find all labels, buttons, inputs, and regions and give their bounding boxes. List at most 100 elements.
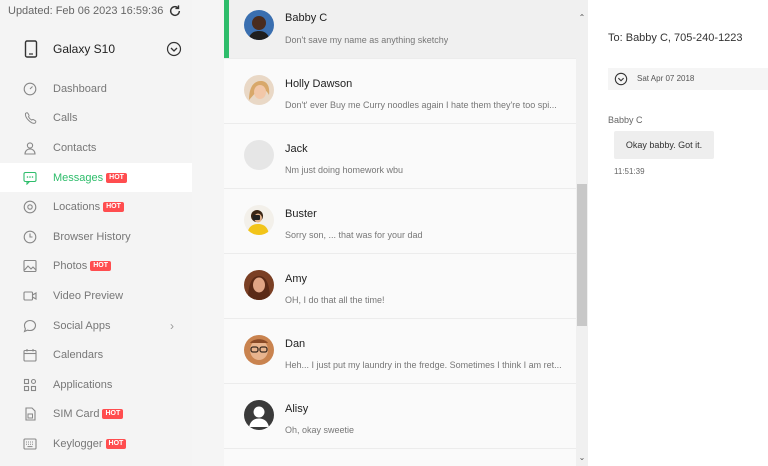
sidebar-item-dashboard[interactable]: Dashboard xyxy=(0,74,192,104)
conversation-item[interactable]: Holly Dawson Don't' ever Buy me Curry noo… xyxy=(224,60,576,124)
message-time: 11:51:39 xyxy=(614,167,645,176)
sidebar-item-photos[interactable]: Photos HOT xyxy=(0,252,192,282)
scroll-up-arrow[interactable]: ⌃ xyxy=(578,14,586,22)
message-preview: Oh, okay sweetie xyxy=(285,425,355,435)
sidebar-item-label: Video Preview xyxy=(53,290,123,302)
device-selector[interactable]: Galaxy S10 xyxy=(0,32,192,66)
contact-name: Dan xyxy=(285,338,306,350)
sidebar-item-text: Dashboard xyxy=(53,82,107,95)
sidebar-item-calendars[interactable]: Calendars xyxy=(0,340,192,370)
sidebar-item-browser-history[interactable]: Browser History xyxy=(0,222,192,252)
sidebar-item-label: SIM Card HOT xyxy=(53,408,124,421)
contact-name: Amy xyxy=(285,273,307,285)
chat-bubble-icon xyxy=(23,319,37,333)
updated-status: Updated: Feb 06 2023 16:59:36 xyxy=(8,4,182,18)
chevron-down-icon[interactable] xyxy=(614,72,628,86)
scrollbar-thumb[interactable] xyxy=(577,184,587,326)
photo-icon xyxy=(23,259,37,273)
message-preview: Don't' ever Buy me Curry noodles again I… xyxy=(285,100,557,110)
conversation-item[interactable]: Alisy Oh, okay sweetie xyxy=(224,385,576,449)
sidebar-item-keylogger[interactable]: Keylogger HOT xyxy=(0,429,192,459)
hot-badge: HOT xyxy=(103,202,124,213)
sidebar-item-text: Messages xyxy=(53,171,104,184)
phone-icon xyxy=(23,111,37,125)
sidebar-item-text: Browser History xyxy=(53,230,131,243)
conversation-item[interactable]: Babby C Don't save my name as anything sk… xyxy=(224,0,576,59)
sidebar-item-text: Social Apps xyxy=(53,319,111,332)
avatar xyxy=(244,140,274,170)
refresh-icon[interactable] xyxy=(168,4,182,18)
sidebar-item-text: Contacts xyxy=(53,141,97,154)
sidebar-item-applications[interactable]: Applications xyxy=(0,370,192,400)
contact-name: Buster xyxy=(285,208,317,220)
sidebar-item-label: Applications xyxy=(53,379,112,391)
sidebar-item-social-apps[interactable]: Social Apps › xyxy=(0,311,192,341)
updated-text: Updated: Feb 06 2023 16:59:36 xyxy=(8,5,164,17)
contact-name: Alisy xyxy=(285,403,309,415)
chat-panel: To: Babby C, 705-240-1223 Sat Apr 07 201… xyxy=(588,0,768,466)
contact-name: Holly Dawson xyxy=(285,78,353,90)
conversation-list: Babby C Don't save my name as anything sk… xyxy=(224,0,576,466)
sidebar-item-video-preview[interactable]: Video Preview xyxy=(0,281,192,311)
sidebar-item-text: SIM Card xyxy=(53,408,100,421)
sidebar-item-label: Contacts xyxy=(53,142,96,154)
sidebar-item-label: Calls xyxy=(53,112,77,124)
sidebar-item-calls[interactable]: Calls xyxy=(0,104,192,134)
sidebar-item-label: Calendars xyxy=(53,349,103,361)
message-icon xyxy=(23,171,37,185)
sidebar: Updated: Feb 06 2023 16:59:36 Galaxy S10… xyxy=(0,0,192,466)
sidebar-item-text: Keylogger xyxy=(53,437,103,450)
conversation-item[interactable]: Buster Sorry son, ... that was for your d… xyxy=(224,190,576,254)
contact-name: Jack xyxy=(285,143,308,155)
sidebar-item-text: Calendars xyxy=(53,349,104,362)
sidebar-item-label: Social Apps xyxy=(53,320,110,332)
conversation-item[interactable]: Jack Nm just doing homework wbu xyxy=(224,125,576,189)
avatar xyxy=(244,75,274,105)
avatar xyxy=(244,270,274,300)
message-bubble: Okay babby. Got it. xyxy=(614,131,714,159)
dashboard-icon xyxy=(23,82,37,96)
sidebar-item-text: Locations xyxy=(53,201,101,214)
location-icon xyxy=(23,200,37,214)
hot-badge: HOT xyxy=(102,409,124,420)
sidebar-nav: Dashboard Calls Contacts Messages HOT Locatio… xyxy=(0,74,192,459)
chat-recipient: To: Babby C, 705-240-1223 xyxy=(608,32,743,44)
sidebar-item-label: Dashboard xyxy=(53,83,107,95)
sidebar-item-text: Applications xyxy=(53,378,113,391)
chevron-right-icon[interactable]: › xyxy=(170,319,174,333)
device-name: Galaxy S10 xyxy=(53,42,116,56)
avatar xyxy=(244,205,274,235)
sidebar-item-text: Photos xyxy=(53,260,88,273)
avatar xyxy=(244,400,274,430)
avatar xyxy=(244,335,274,365)
sidebar-item-label: Photos HOT xyxy=(53,260,112,273)
conversation-item[interactable]: Amy OH, I do that all the time! xyxy=(224,255,576,319)
contact-icon xyxy=(23,141,37,155)
date-divider[interactable]: Sat Apr 07 2018 xyxy=(608,68,768,90)
sidebar-item-text: Calls xyxy=(53,112,78,125)
sidebar-item-label: Keylogger HOT xyxy=(53,437,127,450)
sidebar-item-sim-card[interactable]: SIM Card HOT xyxy=(0,400,192,430)
message-preview: Don't save my name as anything sketchy xyxy=(285,35,449,45)
sim-card-icon xyxy=(23,407,37,421)
chevron-down-icon[interactable] xyxy=(166,41,182,57)
message-preview: Sorry son, ... that was for your dad xyxy=(285,230,423,240)
avatar xyxy=(244,10,274,40)
conversation-scrollbar[interactable]: ⌃ ⌄ xyxy=(576,0,588,466)
apps-icon xyxy=(23,378,37,392)
sidebar-item-contacts[interactable]: Contacts xyxy=(0,133,192,163)
sidebar-item-messages[interactable]: Messages HOT xyxy=(0,162,192,193)
scroll-down-arrow[interactable]: ⌄ xyxy=(578,454,586,462)
phone-device-icon xyxy=(24,40,38,58)
hot-badge: HOT xyxy=(106,172,127,183)
clock-icon xyxy=(23,230,37,244)
message-sender: Babby C xyxy=(608,115,643,125)
sidebar-item-label: Messages HOT xyxy=(53,172,127,184)
conversation-item[interactable]: Dan Heh... I just put my laundry in the f… xyxy=(224,320,576,384)
sidebar-item-locations[interactable]: Locations HOT xyxy=(0,192,192,222)
message-preview: OH, I do that all the time! xyxy=(285,295,385,305)
message-date: Sat Apr 07 2018 xyxy=(637,74,695,83)
sidebar-item-text: Video Preview xyxy=(53,289,124,302)
hot-badge: HOT xyxy=(90,261,112,272)
sidebar-item-label: Browser History xyxy=(53,231,131,243)
